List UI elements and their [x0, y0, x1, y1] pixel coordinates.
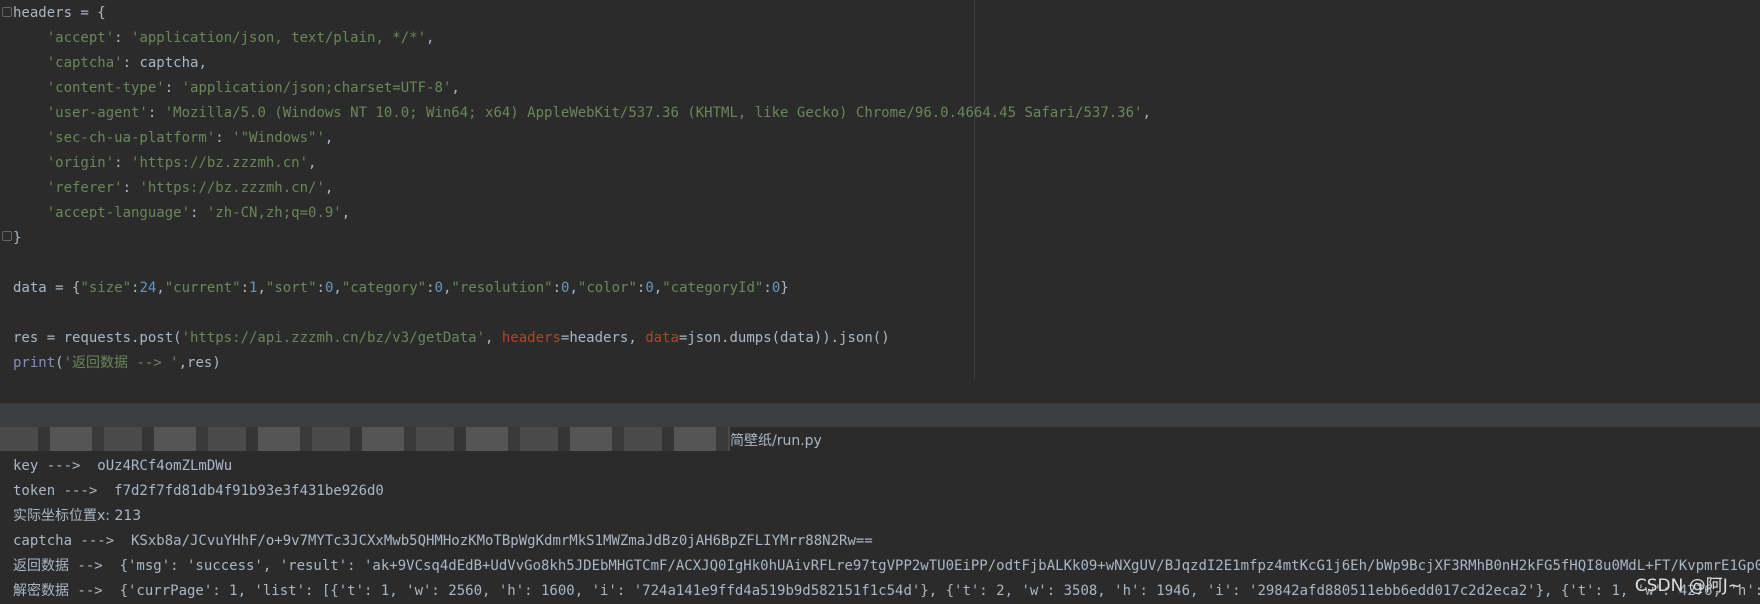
console-line-decrypted: 解密数据 --> {'currPage': 1, 'list': [{'t': …	[13, 583, 1760, 599]
code-line-print: print('返回数据 --> ',res)	[13, 355, 221, 371]
code-line-10: }	[13, 230, 22, 246]
code-line-3: 'captcha': captcha,	[46, 55, 207, 71]
panel-divider[interactable]	[0, 403, 1760, 427]
fold-icon[interactable]	[2, 7, 12, 17]
code-line-9: 'accept-language': 'zh-CN,zh;q=0.9',	[46, 205, 351, 221]
run-path: 简壁纸/run.py	[730, 433, 822, 449]
console-line-token: token ---> f7d2f7fd81db4f91b93e3f431be92…	[13, 483, 384, 499]
code-editor[interactable]: headers = { 'accept': 'application/json,…	[0, 0, 1760, 380]
code-line-data: data = {"size":24,"current":1,"sort":0,"…	[13, 280, 789, 296]
code-line-6: 'sec-ch-ua-platform': '"Windows"',	[46, 130, 334, 146]
console-line-returned: 返回数据 --> {'msg': 'success', 'result': 'a…	[13, 558, 1760, 574]
redacted-path	[0, 427, 730, 451]
console-line-key: key ---> oUz4RCf4omZLmDWu	[13, 458, 233, 474]
console-line-coord: 实际坐标位置x: 213	[13, 508, 142, 524]
code-line-8: 'referer': 'https://bz.zzzmh.cn/',	[46, 180, 334, 196]
code-line-7: 'origin': 'https://bz.zzzmh.cn',	[46, 155, 317, 171]
code-line-2: 'accept': 'application/json, text/plain,…	[46, 30, 435, 46]
code-line-1: headers = {	[13, 5, 106, 21]
code-line-request: res = requests.post('https://api.zzzmh.c…	[13, 330, 890, 346]
watermark: CSDN @阿J~	[1634, 576, 1742, 596]
fold-icon[interactable]	[2, 231, 12, 241]
code-line-5: 'user-agent': 'Mozilla/5.0 (Windows NT 1…	[46, 105, 1151, 121]
run-console[interactable]: 简壁纸/run.py key ---> oUz4RCf4omZLmDWu tok…	[0, 427, 1760, 604]
console-line-captcha: captcha ---> KSxb8a/JCvuYHhF/o+9v7MYTc3J…	[13, 533, 873, 549]
right-margin-guide	[974, 0, 975, 380]
code-line-4: 'content-type': 'application/json;charse…	[46, 80, 460, 96]
